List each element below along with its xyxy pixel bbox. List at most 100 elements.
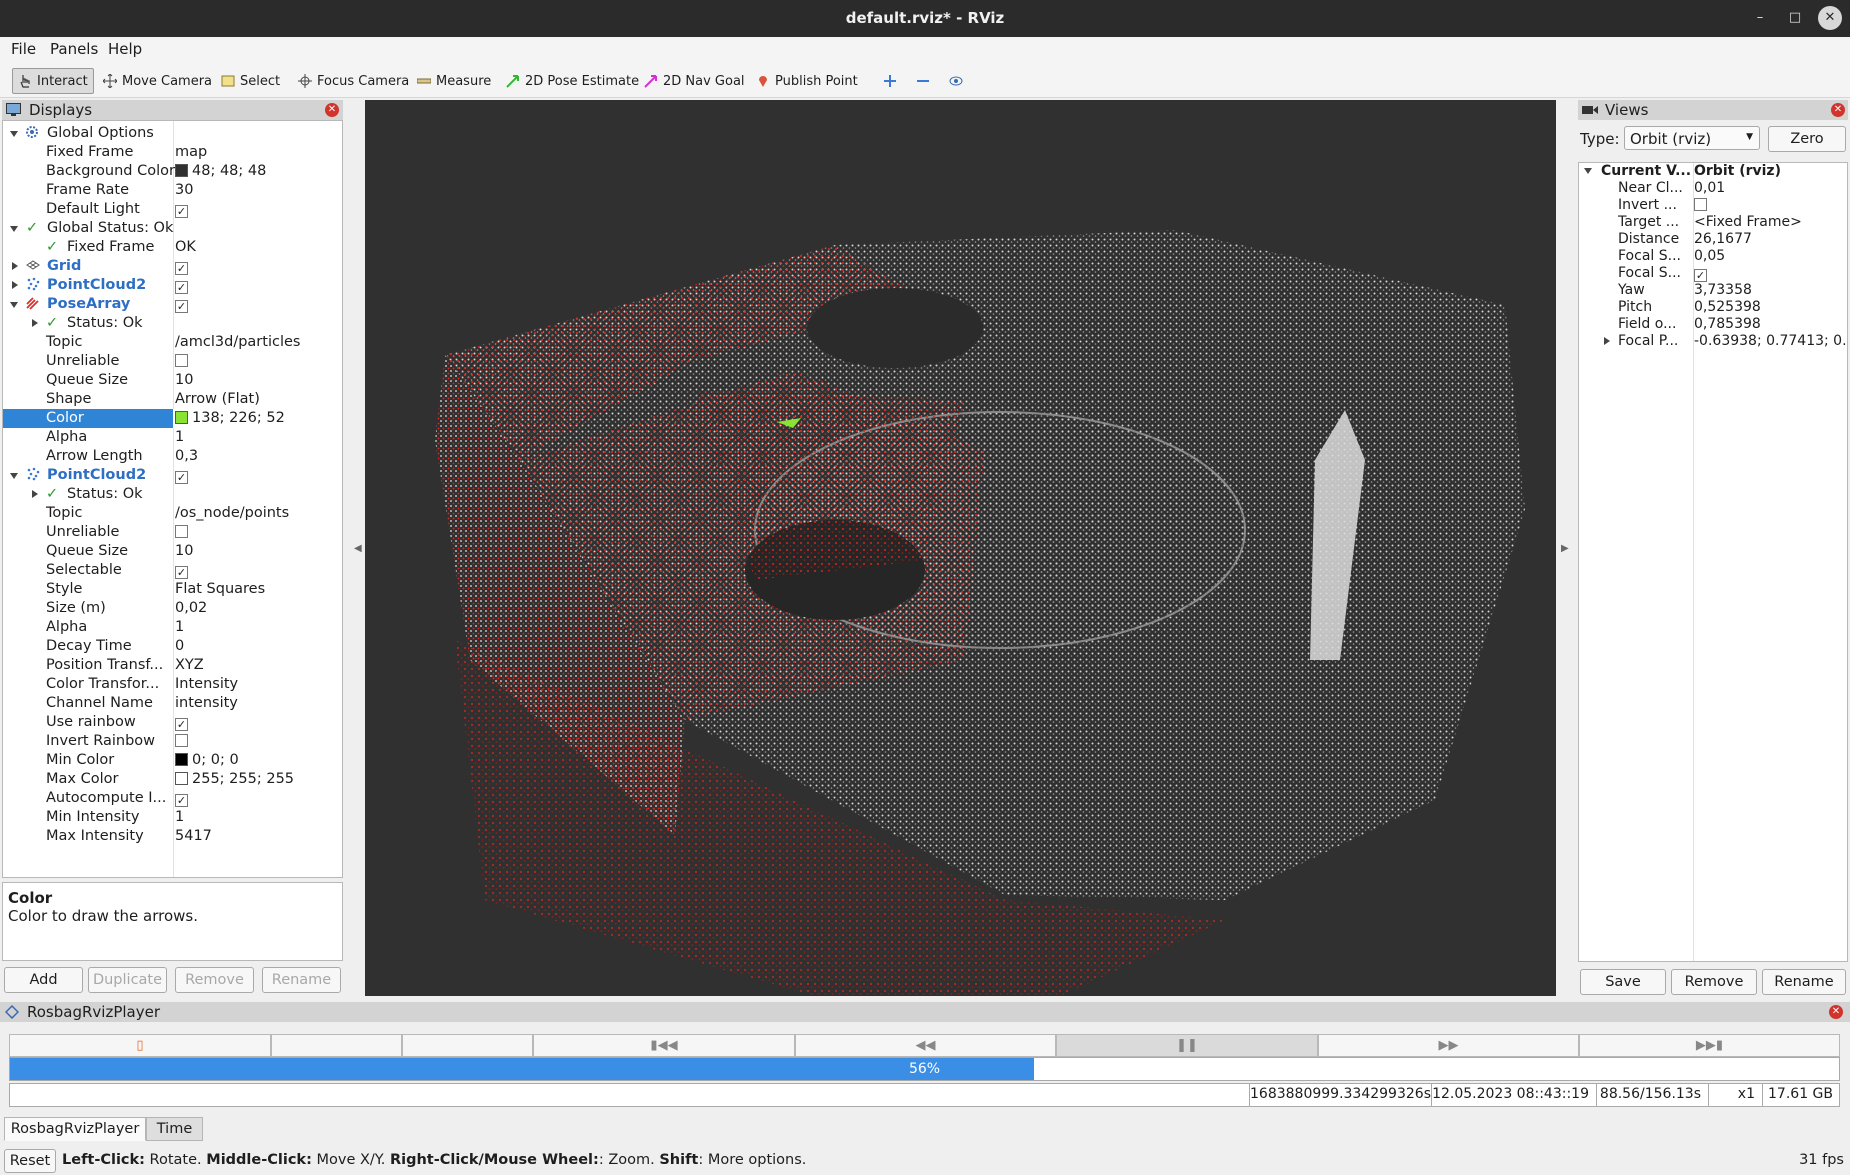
close-views-icon[interactable]: ✕ <box>1831 103 1845 117</box>
tree-row-fixed-frame-status[interactable]: ✓ Fixed Frame OK <box>3 238 342 257</box>
expand-icon[interactable] <box>32 319 38 327</box>
tree-row-position-transformer[interactable]: Position Transf... XYZ <box>3 656 342 675</box>
tree-row-pointcloud2-b[interactable]: PointCloud2 ✓ <box>3 466 342 485</box>
fixed-frame-value[interactable]: map <box>175 144 207 160</box>
alpha-value[interactable]: 1 <box>175 429 184 445</box>
nav-goal-tool-button[interactable]: 2D Nav Goal <box>639 68 750 94</box>
view-row-field-of-view[interactable]: Field o... 0,785398 <box>1579 316 1847 333</box>
expand-icon[interactable] <box>1584 168 1592 174</box>
tree-row-color-selected[interactable]: Color 138; 226; 52 <box>3 409 342 428</box>
pointcloud2-a-checkbox[interactable]: ✓ <box>175 281 188 294</box>
add-tool-button[interactable] <box>878 68 902 94</box>
invert-z-checkbox[interactable] <box>1694 198 1707 211</box>
measure-tool-button[interactable]: Measure <box>412 68 496 94</box>
expand-icon[interactable] <box>12 262 18 270</box>
position-transformer-value[interactable]: XYZ <box>175 657 204 673</box>
menu-panels[interactable]: Panels <box>50 40 98 58</box>
tree-row-alpha[interactable]: Alpha 1 <box>3 428 342 447</box>
tool-properties-button[interactable] <box>944 68 968 94</box>
collapse-right-icon[interactable]: ▶ <box>1561 543 1569 554</box>
tree-row-background-color[interactable]: Background Color 48; 48; 48 <box>3 162 342 181</box>
background-color-value[interactable]: 48; 48; 48 <box>175 163 266 179</box>
duplicate-display-button[interactable]: Duplicate <box>88 967 167 993</box>
tree-row-pc-topic[interactable]: Topic /os_node/points <box>3 504 342 523</box>
tree-row-grid[interactable]: Grid ✓ <box>3 257 342 276</box>
remove-tool-button[interactable] <box>911 68 935 94</box>
view-row-invert[interactable]: Invert ... <box>1579 197 1847 214</box>
view-row-focal-point[interactable]: Focal P... -0.63938; 0.77413; 0... <box>1579 333 1847 350</box>
style-value[interactable]: Flat Squares <box>175 581 265 597</box>
tree-row-global-status[interactable]: ✓ Global Status: Ok <box>3 219 342 238</box>
shape-value[interactable]: Arrow (Flat) <box>175 391 260 407</box>
pointcloud2-b-checkbox[interactable]: ✓ <box>175 471 188 484</box>
alpha-value[interactable]: 1 <box>175 619 184 635</box>
row-value[interactable]: 3,73358 <box>1694 282 1752 298</box>
tree-row-pc-queue-size[interactable]: Queue Size 10 <box>3 542 342 561</box>
focus-camera-tool-button[interactable]: Focus Camera <box>293 68 414 94</box>
tree-row-max-color[interactable]: Max Color 255; 255; 255 <box>3 770 342 789</box>
view-row-distance[interactable]: Distance 26,1677 <box>1579 231 1847 248</box>
remove-view-button[interactable]: Remove <box>1671 969 1757 995</box>
color-transformer-value[interactable]: Intensity <box>175 676 238 692</box>
view-row-pitch[interactable]: Pitch 0,525398 <box>1579 299 1847 316</box>
row-value[interactable]: 0,785398 <box>1694 316 1761 332</box>
tree-row-autocompute[interactable]: Autocompute I... ✓ <box>3 789 342 808</box>
rewind-button[interactable]: ◀◀ <box>795 1034 1056 1057</box>
pause-button[interactable]: ❚❚ <box>1056 1034 1318 1057</box>
size-value[interactable]: 0,02 <box>175 600 207 616</box>
autocompute-checkbox[interactable]: ✓ <box>175 794 188 807</box>
tree-row-decay-time[interactable]: Decay Time 0 <box>3 637 342 656</box>
tree-row-channel-name[interactable]: Channel Name intensity <box>3 694 342 713</box>
tree-row-pointcloud2-a[interactable]: PointCloud2 ✓ <box>3 276 342 295</box>
selectable-checkbox[interactable]: ✓ <box>175 566 188 579</box>
posearray-checkbox[interactable]: ✓ <box>175 300 188 313</box>
tree-row-selectable[interactable]: Selectable ✓ <box>3 561 342 580</box>
tree-row-default-light[interactable]: Default Light ✓ <box>3 200 342 219</box>
playback-progress-bar[interactable]: 56% <box>9 1057 1840 1081</box>
max-color-value[interactable]: 255; 255; 255 <box>175 771 294 787</box>
tree-row-size[interactable]: Size (m) 0,02 <box>3 599 342 618</box>
row-value[interactable]: 0,01 <box>1694 180 1725 196</box>
decay-time-value[interactable]: 0 <box>175 638 184 654</box>
tree-row-pc-status[interactable]: ✓ Status: Ok <box>3 485 342 504</box>
publish-point-tool-button[interactable]: Publish Point <box>751 68 863 94</box>
view-row-near-clip[interactable]: Near Cl... 0,01 <box>1579 180 1847 197</box>
close-window-icon[interactable]: ✕ <box>1818 6 1842 30</box>
rename-display-button[interactable]: Rename <box>262 967 341 993</box>
expand-icon[interactable] <box>32 490 38 498</box>
tree-row-max-intensity[interactable]: Max Intensity 5417 <box>3 827 342 846</box>
tree-row-min-color[interactable]: Min Color 0; 0; 0 <box>3 751 342 770</box>
expand-icon[interactable] <box>10 302 18 308</box>
skip-to-end-button[interactable]: ▶▶▮ <box>1579 1034 1840 1057</box>
view-row-focal-shape-fixed[interactable]: Focal S... ✓ <box>1579 265 1847 282</box>
row-value[interactable]: 0,525398 <box>1694 299 1761 315</box>
tab-rosbag-player[interactable]: RosbagRvizPlayer <box>4 1117 146 1141</box>
tree-row-posearray-status[interactable]: ✓ Status: Ok <box>3 314 342 333</box>
tree-row-pc-unreliable[interactable]: Unreliable <box>3 523 342 542</box>
select-tool-button[interactable]: Select <box>216 68 285 94</box>
arrow-length-value[interactable]: 0,3 <box>175 448 198 464</box>
color-value[interactable]: 138; 226; 52 <box>173 409 342 428</box>
open-bag-button[interactable]: ▯ <box>9 1034 271 1057</box>
minimize-icon[interactable]: – <box>1748 6 1772 30</box>
tree-row-global-options[interactable]: Global Options <box>3 124 342 143</box>
tree-row-invert-rainbow[interactable]: Invert Rainbow <box>3 732 342 751</box>
expand-icon[interactable] <box>10 226 18 232</box>
tree-row-style[interactable]: Style Flat Squares <box>3 580 342 599</box>
expand-icon[interactable] <box>10 473 18 479</box>
tree-row-topic[interactable]: Topic /amcl3d/particles <box>3 333 342 352</box>
view-row-focal-shape-size[interactable]: Focal S... 0,05 <box>1579 248 1847 265</box>
tree-row-fixed-frame[interactable]: Fixed Frame map <box>3 143 342 162</box>
row-value[interactable]: -0.63938; 0.77413; 0... <box>1694 333 1847 349</box>
topic-value[interactable]: /os_node/points <box>175 505 289 521</box>
tree-row-shape[interactable]: Shape Arrow (Flat) <box>3 390 342 409</box>
tree-row-unreliable[interactable]: Unreliable <box>3 352 342 371</box>
render-viewport[interactable] <box>365 100 1556 996</box>
queue-size-value[interactable]: 10 <box>175 372 193 388</box>
expand-icon[interactable] <box>10 131 18 137</box>
tree-row-frame-rate[interactable]: Frame Rate 30 <box>3 181 342 200</box>
use-rainbow-checkbox[interactable]: ✓ <box>175 718 188 731</box>
pose-estimate-tool-button[interactable]: 2D Pose Estimate <box>501 68 644 94</box>
close-rosbag-icon[interactable]: ✕ <box>1829 1005 1843 1019</box>
collapse-left-icon[interactable]: ◀ <box>354 543 362 554</box>
